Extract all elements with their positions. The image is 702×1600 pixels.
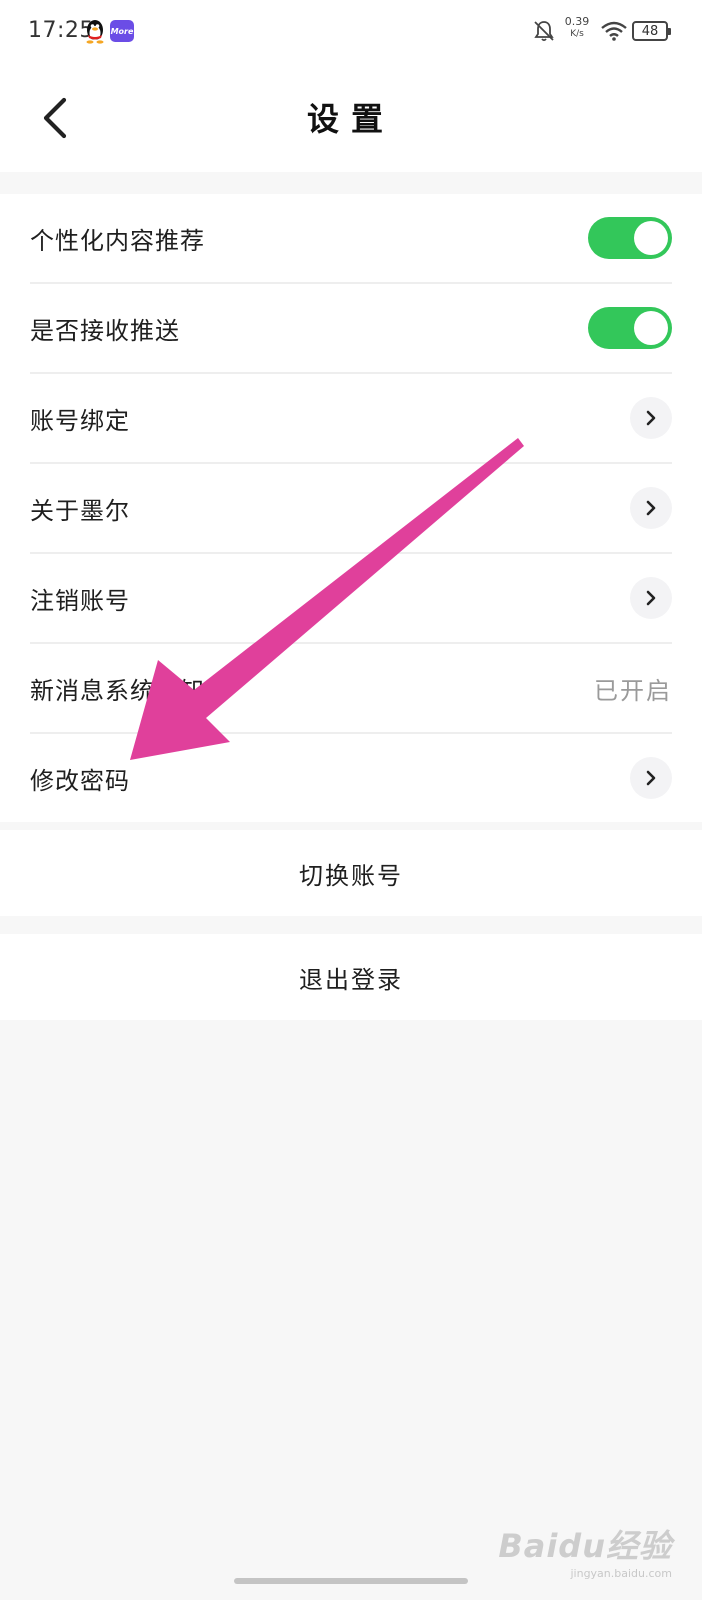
personalized-recommendation-toggle[interactable]	[588, 217, 672, 259]
network-speed-value: 0.39	[564, 15, 590, 28]
switch-account-button[interactable]: 切换账号	[0, 830, 702, 916]
chevron-right-icon	[630, 577, 672, 619]
toggle-knob	[634, 311, 668, 345]
setting-label: 个性化内容推荐	[30, 226, 205, 255]
wifi-icon	[601, 21, 627, 41]
setting-label: 关于墨尔	[30, 496, 130, 525]
setting-row-personalized-recommendation: 个性化内容推荐	[30, 194, 672, 284]
page-header: 设置	[0, 64, 702, 172]
network-speed: 0.39 K/s	[562, 16, 592, 40]
setting-label: 新消息系统通知	[30, 676, 205, 705]
watermark-site: jingyan.baidu.com	[570, 1567, 672, 1580]
setting-row-message-notifications[interactable]: 新消息系统通知 已开启	[30, 644, 672, 734]
qq-penguin-icon	[86, 20, 104, 44]
bell-off-icon	[534, 21, 554, 42]
chevron-right-icon	[630, 487, 672, 529]
notification-status-value: 已开启	[594, 676, 672, 705]
setting-label: 注销账号	[30, 586, 130, 615]
setting-row-receive-push: 是否接收推送	[30, 284, 672, 374]
home-indicator[interactable]	[234, 1578, 468, 1584]
receive-push-toggle[interactable]	[588, 307, 672, 349]
switch-account-label: 切换账号	[299, 861, 403, 890]
setting-row-about[interactable]: 关于墨尔	[30, 464, 672, 554]
settings-list: 个性化内容推荐 是否接收推送 账号绑定 关于墨尔 注销账号 新消息系统通知 已开…	[0, 194, 702, 822]
logout-button[interactable]: 退出登录	[0, 934, 702, 1020]
toggle-knob	[634, 221, 668, 255]
setting-label: 修改密码	[30, 766, 130, 795]
setting-row-change-password[interactable]: 修改密码	[30, 734, 672, 822]
setting-row-cancel-account[interactable]: 注销账号	[30, 554, 672, 644]
logout-label: 退出登录	[299, 965, 403, 994]
watermark-brand: Baidu经验	[498, 1527, 672, 1565]
baidu-watermark: Baidu经验 jingyan.baidu.com	[498, 1521, 672, 1580]
more-app-icon: More	[110, 20, 134, 42]
page-title: 设置	[306, 100, 395, 138]
battery-indicator: 48	[632, 21, 671, 41]
setting-label: 账号绑定	[30, 406, 130, 435]
chevron-right-icon	[630, 757, 672, 799]
setting-label: 是否接收推送	[30, 316, 180, 345]
setting-row-account-binding[interactable]: 账号绑定	[30, 374, 672, 464]
status-bar: 17:25 More 0.39 K/s 48	[0, 0, 702, 64]
network-speed-unit: K/s	[570, 29, 584, 39]
more-app-label: More	[110, 26, 134, 36]
battery-level: 48	[641, 23, 659, 39]
chevron-right-icon	[630, 397, 672, 439]
